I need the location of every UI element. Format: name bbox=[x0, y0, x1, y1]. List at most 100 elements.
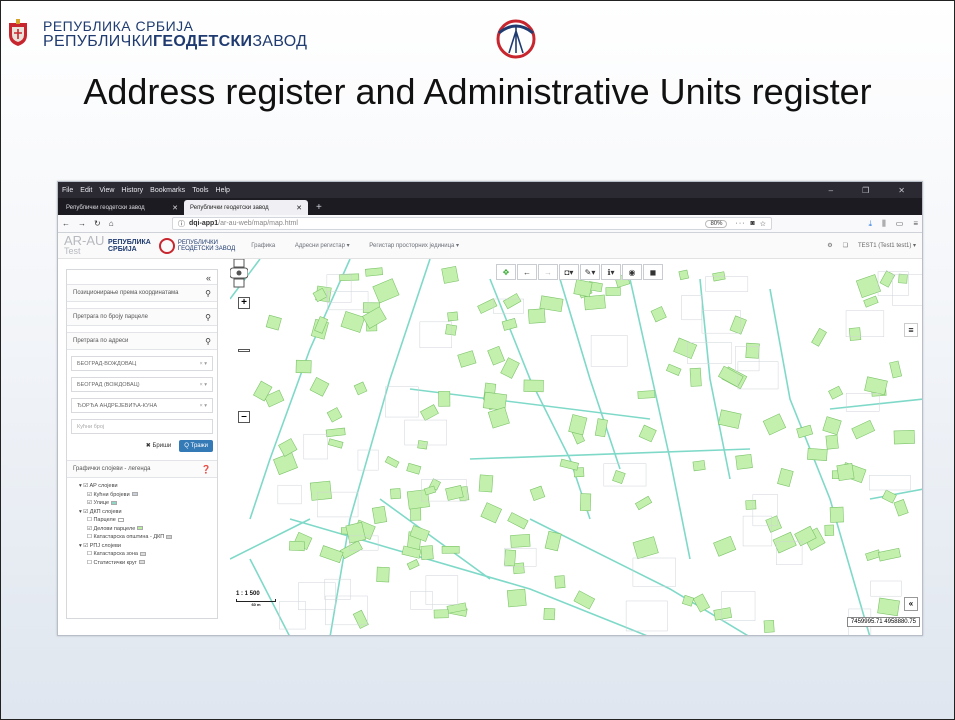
parcel-outline bbox=[303, 433, 328, 460]
legend-header[interactable]: Графички слојеви - легенда ❓ bbox=[67, 460, 217, 478]
search-coords-label: Позиционирање према координатама bbox=[73, 290, 179, 296]
hamburger-menu-icon[interactable]: ≡ bbox=[913, 219, 918, 229]
info-icon[interactable]: ⓘ bbox=[178, 219, 185, 229]
search-button[interactable]: Q Тражи bbox=[179, 440, 213, 452]
legend-item[interactable]: ▾ ☑ РПЈ слојеви bbox=[73, 542, 211, 551]
close-window-icon[interactable]: ✕ bbox=[898, 186, 905, 195]
building-shape bbox=[410, 507, 422, 521]
collapse-panel-icon[interactable]: « bbox=[67, 270, 217, 284]
layers-menu-icon[interactable]: ≡ bbox=[904, 323, 918, 337]
legend-item[interactable]: ☐ Парцеле bbox=[73, 516, 211, 525]
app-menu-spatial-units-register[interactable]: Регистар просторних јединица ▾ bbox=[369, 243, 459, 249]
close-tab-icon[interactable]: ✕ bbox=[296, 204, 302, 212]
close-tab-icon[interactable]: ✕ bbox=[172, 204, 178, 212]
search-parcel-row[interactable]: Претрага по броју парцеле ⚲ bbox=[67, 308, 217, 326]
back-icon[interactable]: ← bbox=[62, 219, 70, 228]
sidebar-icon[interactable]: ▭ bbox=[896, 219, 904, 229]
rgz-logo-icon bbox=[496, 19, 536, 59]
search-icon[interactable]: ⚲ bbox=[205, 337, 211, 346]
search-address-row[interactable]: Претрага по адреси ⚲ bbox=[67, 332, 217, 350]
download-icon[interactable]: ⤓ bbox=[869, 219, 873, 229]
clear-select-icon[interactable]: × ▾ bbox=[199, 403, 207, 409]
clear-button[interactable]: ✖ Бриши bbox=[142, 440, 176, 452]
menu-help[interactable]: Help bbox=[216, 187, 230, 194]
edit-icon[interactable]: ✎▾ bbox=[580, 264, 600, 280]
info-tool-icon[interactable]: ℹ▾ bbox=[601, 264, 621, 280]
building-shape bbox=[340, 311, 366, 333]
settlement-select[interactable]: БЕОГРАД (ВОЖДОВАЦ) × ▾ bbox=[71, 377, 213, 392]
restore-icon[interactable]: ❐ bbox=[862, 186, 869, 195]
building-shape bbox=[543, 607, 556, 621]
legend-item[interactable]: ☐ Катастарска општина - ДКП bbox=[73, 533, 211, 542]
app-menu-graphics[interactable]: Графика bbox=[251, 243, 275, 249]
building-shape bbox=[763, 619, 775, 633]
zoom-out-button[interactable]: – bbox=[238, 411, 250, 423]
menu-file[interactable]: File bbox=[62, 187, 73, 194]
republic-serbia-logo: РЕПУБЛИКА СРБИЈА bbox=[108, 239, 151, 253]
legend-item[interactable]: ▾ ☑ AP слојеви bbox=[73, 482, 211, 491]
print-icon[interactable]: ◼ bbox=[643, 264, 663, 280]
pan-control-icon[interactable] bbox=[230, 259, 248, 295]
slide-title: Address register and Administrative Unit… bbox=[83, 71, 872, 112]
building-shape bbox=[433, 609, 449, 619]
app-menu-address-register[interactable]: Адресни регистар ▾ bbox=[295, 243, 350, 249]
chat-icon[interactable]: ❏ bbox=[843, 242, 848, 249]
page-actions-icon[interactable]: ··· bbox=[735, 220, 745, 227]
legend-item[interactable]: ☐ Катастарска зона bbox=[73, 550, 211, 559]
building-shape bbox=[503, 549, 517, 567]
reload-icon[interactable]: ↻ bbox=[94, 219, 101, 228]
legend-item-label: Делови парцеле bbox=[93, 525, 136, 532]
menu-view[interactable]: View bbox=[99, 187, 114, 194]
checkbox-checked-icon[interactable]: ▾ ☑ bbox=[79, 509, 90, 515]
map-view[interactable]: ✥ ← → ◘▾ ✎▾ ℹ▾ ◉ ◼ + – ≡ 1: 1 500 60 m … bbox=[230, 259, 923, 636]
clear-select-icon[interactable]: × ▾ bbox=[199, 361, 207, 367]
settings-icon[interactable]: ⚙ bbox=[827, 242, 832, 249]
forward-extent-icon[interactable]: → bbox=[538, 264, 558, 280]
bookmark-star-icon[interactable]: ☆ bbox=[760, 220, 766, 228]
measure-icon[interactable]: ◘▾ bbox=[559, 264, 579, 280]
checkbox-checked-icon[interactable]: ▾ ☑ bbox=[79, 543, 90, 549]
building-shape bbox=[326, 407, 343, 423]
legend-item[interactable]: ☑ Улице bbox=[73, 499, 211, 508]
legend-item-label: Катастарска општина - ДКП bbox=[93, 534, 165, 540]
house-number-input[interactable]: Кућни број bbox=[71, 419, 213, 434]
search-icon[interactable]: ⚲ bbox=[205, 313, 211, 322]
minimize-icon[interactable]: – bbox=[829, 186, 833, 195]
user-menu[interactable]: TEST1 (Test1 test1) ▾ bbox=[858, 242, 916, 249]
street-select[interactable]: ЂОРЂА АНДРЕЈЕВИЋА-КУНА × ▾ bbox=[71, 398, 213, 413]
browser-tab-active[interactable]: Републички геодетски завод ✕ bbox=[184, 200, 308, 215]
building-shape bbox=[777, 467, 794, 488]
municipality-select[interactable]: БЕОГРАД-ВОЖДОВАЦ × ▾ bbox=[71, 356, 213, 371]
help-icon[interactable]: ❓ bbox=[201, 465, 211, 474]
legend-item[interactable]: ☑ Делови парцеле bbox=[73, 525, 211, 534]
library-icon[interactable]: ⫼ bbox=[882, 219, 886, 229]
url-field[interactable]: ⓘ dqi-app1 /ar-au-web/map/map.html 80% ·… bbox=[172, 217, 772, 230]
home-icon[interactable]: ⌂ bbox=[109, 219, 114, 228]
checkbox-checked-icon[interactable]: ▾ ☑ bbox=[79, 483, 89, 489]
clear-select-icon[interactable]: × ▾ bbox=[199, 382, 207, 388]
back-extent-icon[interactable]: ← bbox=[517, 264, 537, 280]
building-shape bbox=[692, 593, 711, 613]
camera-icon[interactable]: ◉ bbox=[622, 264, 642, 280]
parcel-outline bbox=[590, 335, 628, 367]
pan-icon[interactable]: ✥ bbox=[496, 264, 516, 280]
menu-history[interactable]: History bbox=[121, 187, 143, 194]
zoom-level[interactable]: 80% bbox=[705, 219, 728, 228]
building-shape bbox=[893, 429, 915, 445]
search-coords-row[interactable]: Позиционирање према координатама ⚲ bbox=[67, 284, 217, 302]
zoom-slider-handle[interactable] bbox=[238, 349, 250, 352]
forward-icon[interactable]: → bbox=[78, 219, 86, 228]
menu-tools[interactable]: Tools bbox=[192, 187, 208, 194]
map-canvas[interactable] bbox=[230, 259, 923, 636]
browser-tab[interactable]: Републички геодетски завод ✕ bbox=[60, 200, 184, 215]
legend-item[interactable]: ☑ Кућни бројеви bbox=[73, 491, 211, 500]
menu-edit[interactable]: Edit bbox=[80, 187, 92, 194]
legend-item[interactable]: ☐ Статистички круг bbox=[73, 559, 211, 568]
zoom-in-button[interactable]: + bbox=[238, 297, 250, 309]
search-icon[interactable]: ⚲ bbox=[205, 289, 211, 298]
pocket-icon[interactable]: ◙ bbox=[750, 220, 754, 227]
new-tab-icon[interactable]: + bbox=[316, 202, 322, 213]
expand-overview-icon[interactable]: « bbox=[904, 597, 918, 611]
legend-item[interactable]: ▾ ☑ ДКП слојеви bbox=[73, 508, 211, 517]
menu-bookmarks[interactable]: Bookmarks bbox=[150, 187, 185, 194]
